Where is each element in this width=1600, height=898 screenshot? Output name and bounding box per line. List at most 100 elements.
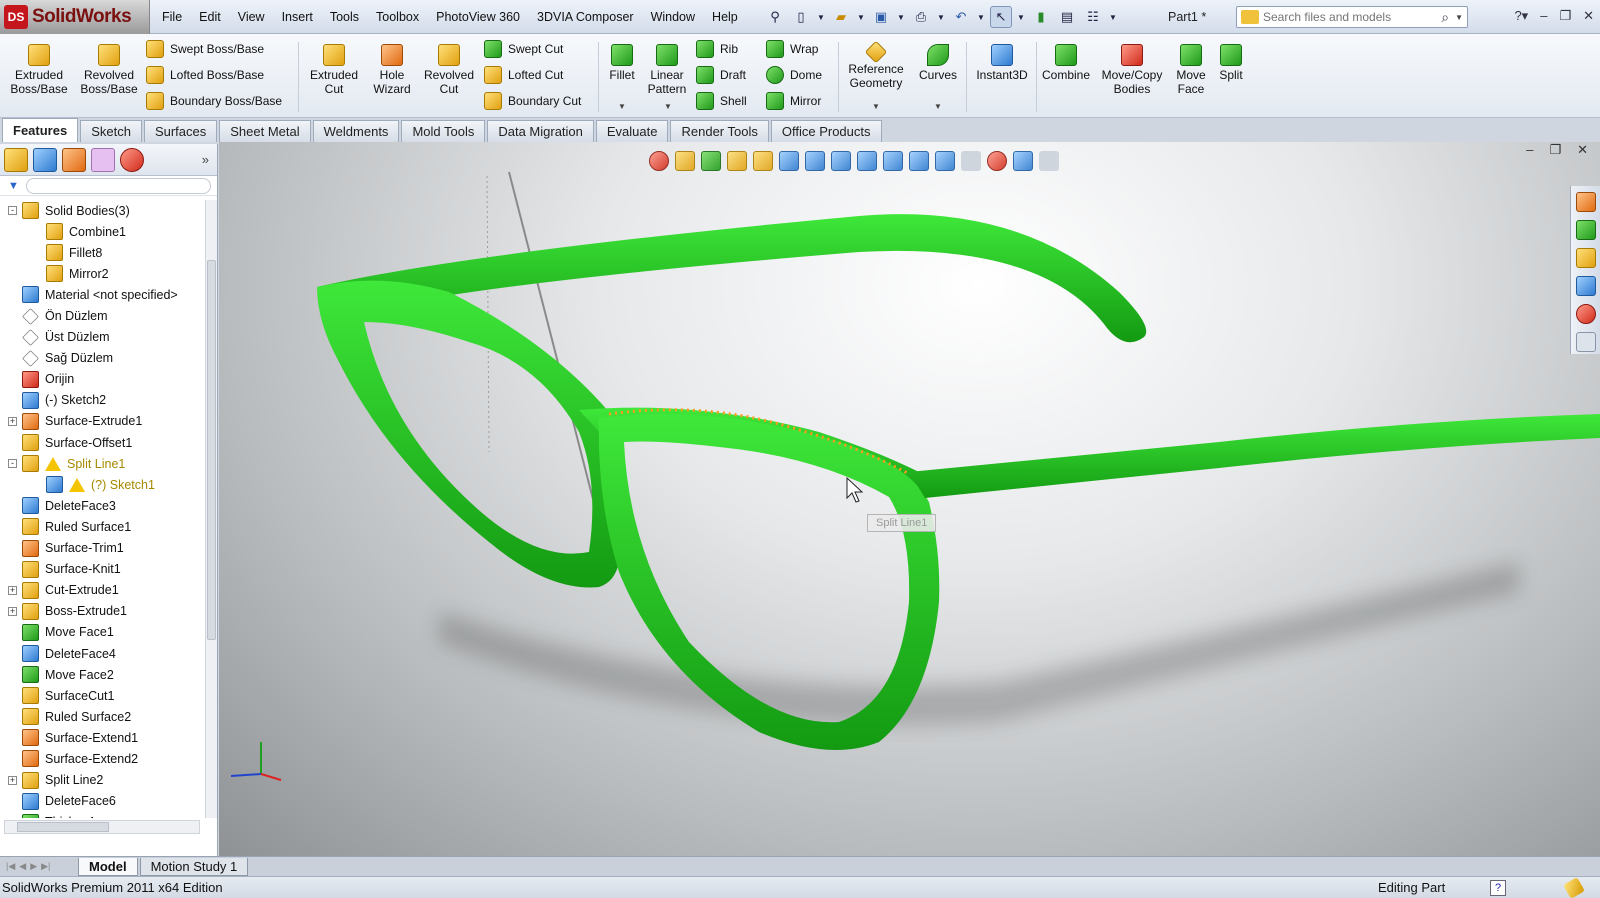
tab-surfaces[interactable]: Surfaces: [143, 120, 218, 142]
menu-file[interactable]: File: [162, 10, 182, 24]
mirror-button[interactable]: Mirror: [766, 90, 821, 112]
tree-node[interactable]: + Boss-Extrude1: [0, 601, 204, 622]
tree-node[interactable]: (?) Sketch1: [0, 474, 204, 495]
menu-toolbox[interactable]: Toolbox: [376, 10, 419, 24]
view-settings-icon[interactable]: [1013, 151, 1033, 171]
display-style-icon[interactable]: [779, 151, 799, 171]
swept-cut-button[interactable]: Swept Cut: [484, 38, 563, 60]
save-dropdown-icon[interactable]: ▼: [896, 6, 906, 28]
fillet-button[interactable]: Fillet: [602, 44, 642, 82]
help-icon[interactable]: ?▾: [1514, 8, 1528, 24]
custom-properties-icon[interactable]: [1575, 332, 1596, 352]
collapse-icon[interactable]: -: [8, 206, 17, 216]
menu-edit[interactable]: Edit: [199, 10, 221, 24]
boundary-cut-button[interactable]: Boundary Cut: [484, 90, 581, 112]
collapse-icon[interactable]: -: [8, 459, 17, 469]
expand-icon[interactable]: +: [8, 585, 17, 595]
view-palette-icon[interactable]: [1575, 276, 1596, 296]
chevron-right-icon[interactable]: »: [202, 152, 209, 167]
pin-icon[interactable]: ⚲: [764, 6, 786, 28]
section-view-icon[interactable]: [727, 151, 747, 171]
file-explorer-icon[interactable]: [1575, 248, 1596, 268]
menu-insert[interactable]: Insert: [282, 10, 313, 24]
doc-minimize-icon[interactable]: –: [1526, 142, 1533, 158]
minimize-icon[interactable]: –: [1540, 8, 1547, 24]
tree-node[interactable]: + Cut-Extrude1: [0, 580, 204, 601]
expand-icon[interactable]: +: [8, 606, 17, 616]
doc-close-icon[interactable]: ✕: [1577, 142, 1588, 158]
tree-vertical-scrollbar[interactable]: [205, 200, 217, 818]
scroll-thumb[interactable]: [207, 260, 216, 640]
tree-node[interactable]: DeleteFace4: [0, 643, 204, 664]
filter-icon[interactable]: ▼: [8, 180, 20, 192]
tree-node[interactable]: Material <not specified>: [0, 284, 204, 305]
tree-node[interactable]: - Split Line1: [0, 453, 204, 474]
scroll-thumb[interactable]: [17, 822, 109, 832]
new-document-icon[interactable]: ▯: [790, 6, 812, 28]
tree-node[interactable]: Surface-Extend1: [0, 727, 204, 748]
undo-icon[interactable]: ↶: [950, 6, 972, 28]
revolved-boss-button[interactable]: Revolved Boss/Base: [76, 44, 142, 96]
reference-geometry-dropdown-icon[interactable]: ▼: [872, 102, 880, 111]
boundary-boss-button[interactable]: Boundary Boss/Base: [146, 90, 282, 112]
help-icon[interactable]: ?: [1490, 879, 1506, 896]
tree-node[interactable]: Combine1: [0, 221, 204, 242]
appearances-icon[interactable]: [1575, 304, 1596, 324]
tab-sketch[interactable]: Sketch: [80, 120, 142, 142]
curves-dropdown-icon[interactable]: ▼: [934, 102, 942, 111]
tab-sheet-metal[interactable]: Sheet Metal: [219, 120, 311, 142]
print-icon[interactable]: ⎙: [910, 6, 932, 28]
app-logo[interactable]: DS SolidWorks: [0, 0, 150, 34]
property-manager-tab-icon[interactable]: [33, 147, 57, 172]
open-dropdown-icon[interactable]: ▼: [856, 6, 866, 28]
prev-tab-icon[interactable]: ◀: [19, 861, 26, 872]
tab-weldments[interactable]: Weldments: [312, 120, 400, 142]
tree-node[interactable]: Ön Düzlem: [0, 305, 204, 326]
zoom-to-area-icon[interactable]: [675, 151, 695, 171]
reference-geometry-button[interactable]: Reference Geometry: [842, 40, 910, 90]
restore-icon[interactable]: ❐: [1559, 8, 1571, 24]
zoom-in-out-icon[interactable]: [805, 151, 825, 171]
tree-node[interactable]: Orijin: [0, 369, 204, 390]
zoom-area-icon[interactable]: [831, 151, 851, 171]
tab-motion-study[interactable]: Motion Study 1: [139, 857, 249, 876]
lofted-boss-button[interactable]: Lofted Boss/Base: [146, 64, 264, 86]
tree-node[interactable]: Mirror2: [0, 263, 204, 284]
options-icon[interactable]: ☷: [1082, 6, 1104, 28]
tree-node[interactable]: SurfaceCut1: [0, 685, 204, 706]
tab-features[interactable]: Features: [2, 118, 79, 142]
print-dropdown-icon[interactable]: ▼: [936, 6, 946, 28]
new-dropdown-icon[interactable]: ▼: [816, 6, 826, 28]
rebuild-pencil-icon[interactable]: [1563, 876, 1585, 898]
move-copy-bodies-button[interactable]: Move/Copy Bodies: [1096, 44, 1168, 96]
render-icon[interactable]: [987, 151, 1007, 171]
save-icon[interactable]: ▣: [870, 6, 892, 28]
feature-tree-tab-icon[interactable]: [4, 147, 28, 172]
tab-data-migration[interactable]: Data Migration: [487, 120, 594, 142]
previous-view-icon[interactable]: [701, 151, 721, 171]
tab-model[interactable]: Model: [78, 857, 138, 876]
tree-node[interactable]: Surface-Trim1: [0, 538, 204, 559]
tree-node[interactable]: (-) Sketch2: [0, 390, 204, 411]
search-box[interactable]: ⌕ ▼: [1236, 6, 1468, 28]
last-tab-icon[interactable]: ▶|: [41, 861, 50, 872]
draft-button[interactable]: Draft: [696, 64, 746, 86]
tree-node[interactable]: Move Face2: [0, 664, 204, 685]
tree-node[interactable]: Surface-Knit1: [0, 559, 204, 580]
revolved-cut-button[interactable]: Revolved Cut: [418, 44, 480, 96]
display-manager-tab-icon[interactable]: [120, 147, 144, 172]
rib-button[interactable]: Rib: [696, 38, 738, 60]
tree-node[interactable]: Sağ Düzlem: [0, 348, 204, 369]
move-face-button[interactable]: Move Face: [1170, 44, 1212, 96]
tab-evaluate[interactable]: Evaluate: [595, 120, 669, 142]
lofted-cut-button[interactable]: Lofted Cut: [484, 64, 563, 86]
undo-dropdown-icon[interactable]: ▼: [976, 6, 986, 28]
tree-node[interactable]: Surface-Offset1: [0, 432, 204, 453]
open-icon[interactable]: ▰: [830, 6, 852, 28]
design-library-icon[interactable]: [1575, 220, 1596, 240]
apply-scene-icon[interactable]: [961, 151, 981, 171]
zoom-to-fit-icon[interactable]: [649, 151, 669, 171]
options-dropdown-icon[interactable]: ▼: [1108, 6, 1118, 28]
next-tab-icon[interactable]: ▶: [30, 861, 37, 872]
rebuild-icon[interactable]: ▮: [1030, 6, 1052, 28]
